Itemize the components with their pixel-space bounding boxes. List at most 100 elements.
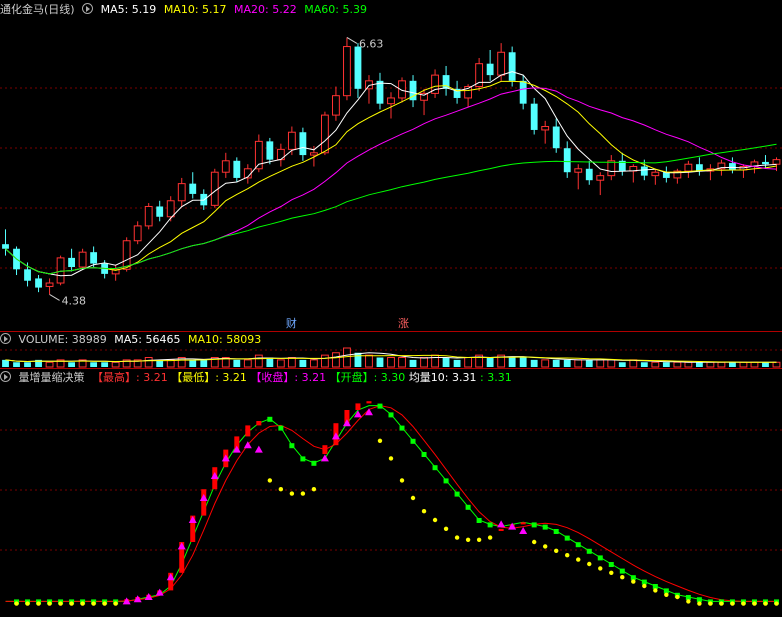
indicator-low-dot-67 (741, 601, 746, 606)
volume-bar-47 (519, 357, 527, 367)
candle-body-26 (287, 131, 296, 150)
candle-body-14 (156, 206, 164, 217)
chart-stage[interactable]: 6.63 4.38 财 涨 (0, 0, 782, 614)
candle-body-43 (475, 63, 484, 88)
volume-bar-23 (254, 354, 263, 368)
volume-bar-62 (684, 361, 693, 368)
indicator-low-dot-69 (763, 601, 768, 606)
indicator-low-dot-41 (454, 535, 460, 540)
high-value: : 3.21 (136, 371, 168, 384)
limit-up-marker: 涨 (398, 317, 409, 330)
volume-bar-58 (640, 362, 648, 367)
indicator-low-dot-27 (300, 491, 306, 496)
volume-bar-17 (189, 359, 197, 367)
candle-body-70 (772, 159, 781, 165)
close-value: : 3.21 (294, 371, 327, 384)
volume-bar-53 (585, 359, 593, 367)
candle-body-50 (552, 126, 560, 149)
candle-body-12 (133, 225, 142, 242)
indicator-high-bar-33 (366, 401, 372, 404)
ma60-line (5, 143, 777, 275)
indicator-low-dot-49 (542, 544, 548, 549)
indicator-close-triangle-18 (199, 494, 208, 501)
high-annotation-pointer (346, 36, 358, 44)
volume-settings-icon[interactable] (0, 333, 11, 344)
candle-body-45 (497, 51, 506, 76)
indicator-high-bar-29 (322, 445, 328, 454)
volume-bar-44 (486, 357, 494, 367)
candle-body-0 (2, 244, 9, 249)
candle-body-44 (486, 63, 494, 76)
indicator-close-label: 【收盘】: 3.21 (250, 371, 326, 384)
indicator-settings-icon[interactable] (0, 371, 11, 382)
indicator-open-block-25 (278, 425, 284, 431)
indicator-low-dot-39 (432, 517, 438, 523)
volume-bar-64 (706, 361, 715, 368)
main-title: 通化金马(日线) (0, 3, 75, 16)
settings-icon[interactable] (82, 3, 94, 14)
volume-bar-27 (299, 359, 307, 367)
volume-bar-13 (144, 357, 153, 368)
indicator-high-line (5, 405, 777, 602)
candle-body-49 (541, 126, 550, 131)
indicator-open-block-24 (267, 416, 273, 422)
indicator-low-dot-56 (620, 575, 625, 580)
indicator-open-block-51 (564, 535, 570, 541)
ma5-label: MA5: 5.19 (100, 3, 157, 16)
volume-bar-4 (45, 361, 54, 368)
low-annotation-pointer (49, 294, 60, 301)
indicator-high-bar-47 (520, 522, 526, 525)
indicator-open-block-53 (586, 548, 592, 554)
indicator-low-dot-55 (609, 570, 614, 575)
indicator-low-dot-1 (14, 601, 19, 606)
indicator-close-triangle-15 (166, 573, 175, 581)
ma60-label: MA60: 5.39 (304, 3, 367, 16)
volume-bar-26 (287, 357, 296, 368)
candle-body-4 (45, 282, 54, 287)
indicator-low-dot-58 (642, 583, 647, 589)
candle-body-54 (596, 175, 605, 181)
indicator-open-block-52 (575, 542, 581, 548)
indicator-close-triangle-19 (210, 472, 219, 479)
ma20-label: MA20: 5.22 (234, 3, 297, 16)
candle-body-51 (563, 148, 571, 173)
open-value: : 3.30 (373, 371, 406, 384)
volume-bar-8 (90, 362, 98, 367)
indicator-low-dot-40 (443, 526, 449, 531)
volume-bar-32 (354, 352, 362, 367)
indicator-high-bar-32 (355, 403, 361, 410)
volume-bar-46 (508, 357, 516, 367)
indicator-close-triangle-45 (497, 520, 506, 528)
candle-body-53 (585, 168, 593, 181)
volume-bar-61 (673, 361, 682, 368)
volume-bar-34 (376, 357, 384, 367)
volume-bar-9 (101, 362, 109, 367)
chart-canvas[interactable]: 6.63 4.38 财 涨 (0, 0, 782, 614)
volume-bar-65 (717, 361, 726, 368)
volume-ma5-label: MA5: 56465 (114, 333, 181, 346)
volume-bar-52 (574, 359, 583, 368)
indicator-low-dot-60 (664, 592, 669, 597)
indicator-open-block-26 (289, 443, 295, 449)
volume-bar-63 (695, 362, 703, 367)
indicator-low-dot-52 (576, 557, 581, 562)
indicator-close-triangle-16 (177, 542, 186, 550)
close-key: 【收盘】 (250, 371, 295, 384)
indicator-low-dot-50 (554, 548, 559, 553)
low-key: 【最低】 (171, 371, 216, 384)
indicator-low-dot-24 (267, 478, 273, 483)
indicator-avg-value: : 3.31 (480, 371, 512, 384)
ma10-label: MA10: 5.17 (163, 3, 227, 16)
indicator-high-bar-18 (201, 489, 207, 516)
candle-body-3 (35, 278, 42, 288)
volume-bar-22 (243, 359, 252, 368)
candle-body-47 (519, 80, 527, 104)
indicator-open-block-55 (608, 562, 614, 567)
volume-bar-31 (343, 347, 351, 368)
candle-body-59 (651, 171, 660, 177)
indicator-open-block-43 (476, 518, 482, 523)
indicator-low-dot-36 (399, 478, 405, 483)
candle-body-32 (354, 46, 362, 89)
volume-bar-55 (607, 359, 616, 368)
indicator-open-block-41 (454, 491, 460, 497)
